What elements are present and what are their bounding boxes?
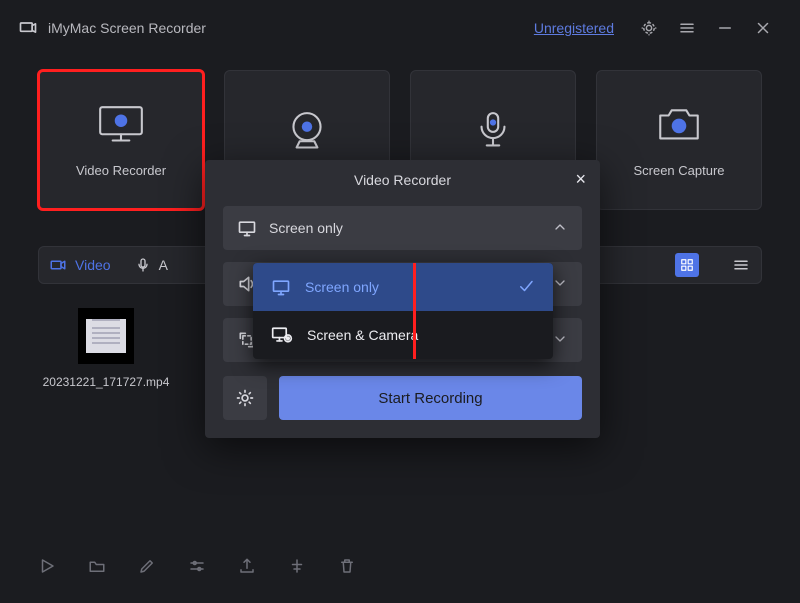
dropdown-option-screen-only[interactable]: Screen only	[253, 263, 553, 311]
modal-header: Video Recorder ×	[205, 160, 600, 200]
trash-icon[interactable]	[338, 557, 356, 575]
gear-icon	[235, 388, 255, 408]
bottom-toolbar	[38, 557, 356, 575]
file-name: 20231221_171727.mp4	[43, 374, 170, 391]
mode-label: Video Recorder	[76, 163, 166, 178]
microphone-icon	[468, 110, 518, 152]
edit-icon[interactable]	[138, 557, 156, 575]
settings-gear-icon[interactable]	[640, 19, 658, 37]
minimize-icon[interactable]	[716, 19, 734, 37]
app-logo-icon	[18, 18, 38, 38]
record-settings-button[interactable]	[223, 376, 267, 420]
play-icon[interactable]	[38, 557, 56, 575]
video-recorder-icon	[96, 103, 146, 145]
tab-audio[interactable]: A	[135, 257, 168, 273]
mode-card-screen-capture[interactable]: Screen Capture	[596, 70, 762, 210]
source-select-label: Screen only	[269, 220, 343, 236]
dropdown-option-label: Screen only	[305, 279, 379, 295]
menu-hamburger-icon[interactable]	[678, 19, 696, 37]
monitor-icon	[237, 218, 257, 238]
dropdown-option-label: Screen & Camera	[307, 327, 418, 343]
mode-label: Screen Capture	[633, 163, 724, 178]
file-item[interactable]: 20231221_171727.mp4	[46, 308, 166, 391]
tab-video-label: Video	[75, 257, 111, 273]
source-select[interactable]: Screen only	[223, 206, 582, 250]
camera-icon	[654, 103, 704, 145]
chevron-down-icon	[552, 331, 568, 350]
start-recording-button[interactable]: Start Recording	[279, 376, 582, 420]
chevron-down-icon	[552, 275, 568, 294]
view-list-button[interactable]	[731, 255, 751, 275]
folder-icon[interactable]	[88, 557, 106, 575]
start-recording-label: Start Recording	[378, 390, 482, 407]
mode-card-video-recorder[interactable]: Video Recorder	[38, 70, 204, 210]
monitor-icon	[271, 277, 291, 297]
export-icon[interactable]	[238, 557, 256, 575]
tab-audio-label: A	[159, 257, 168, 273]
tab-video[interactable]: Video	[49, 256, 111, 274]
modal-close-icon[interactable]: ×	[575, 170, 586, 188]
titlebar: iMyMac Screen Recorder Unregistered	[0, 0, 800, 56]
modal-title: Video Recorder	[354, 172, 451, 188]
app-title: iMyMac Screen Recorder	[48, 20, 206, 36]
file-thumbnail	[78, 308, 134, 364]
check-icon	[517, 277, 535, 298]
source-dropdown: Screen only Screen & Camera	[253, 263, 553, 359]
monitor-camera-icon	[271, 325, 293, 345]
dropdown-option-screen-camera[interactable]: Screen & Camera	[253, 311, 553, 359]
unregistered-link[interactable]: Unregistered	[534, 20, 614, 36]
share-icon[interactable]	[288, 557, 306, 575]
view-grid-button[interactable]	[675, 253, 699, 277]
webcam-icon	[282, 110, 332, 152]
close-icon[interactable]	[754, 19, 772, 37]
sliders-icon[interactable]	[188, 557, 206, 575]
chevron-up-icon	[552, 219, 568, 238]
